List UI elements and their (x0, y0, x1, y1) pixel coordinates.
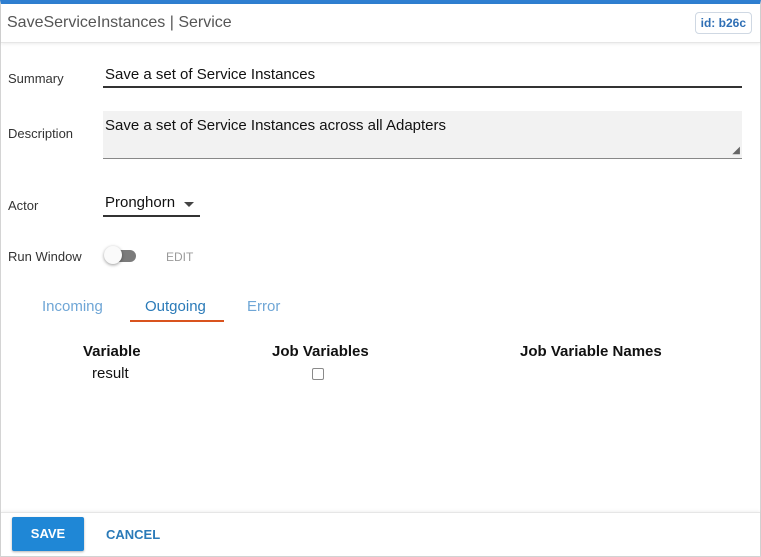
run-window-label: Run Window (8, 249, 82, 264)
tab-error[interactable]: Error (247, 298, 280, 315)
tab-incoming[interactable]: Incoming (42, 298, 103, 315)
actor-label: Actor (8, 198, 39, 213)
description-text: Save a set of Service Instances across a… (105, 117, 447, 134)
column-header-job-variable-names: Job Variable Names (520, 343, 662, 360)
description-textarea[interactable]: Save a set of Service Instances across a… (103, 111, 742, 159)
dialog-footer: SAVE CANCEL (1, 512, 760, 556)
active-tab-indicator (130, 320, 224, 322)
save-button[interactable]: SAVE (12, 517, 84, 551)
cancel-button[interactable]: CANCEL (106, 527, 160, 542)
edit-run-window-button[interactable]: EDIT (166, 250, 193, 264)
id-badge: id: b26c (694, 12, 752, 34)
dialog-title: SaveServiceInstances | Service (7, 14, 232, 31)
tab-outgoing[interactable]: Outgoing (145, 298, 206, 315)
column-header-job-variables: Job Variables (272, 343, 369, 360)
resize-grip-icon[interactable]: ◢ (732, 146, 740, 156)
variable-cell: result (92, 365, 129, 382)
dropdown-caret-icon (184, 202, 194, 207)
actor-select[interactable]: Pronghorn (103, 191, 200, 217)
description-label: Description (8, 126, 74, 141)
summary-label: Summary (8, 71, 64, 86)
service-dialog: SaveServiceInstances | Service id: b26c … (0, 0, 761, 557)
summary-input[interactable]: Save a set of Service Instances (103, 64, 742, 88)
column-header-variable: Variable (83, 343, 141, 360)
dialog-header: SaveServiceInstances | Service id: b26c (1, 4, 760, 43)
job-variable-checkbox[interactable] (312, 368, 324, 380)
run-window-toggle[interactable] (104, 246, 136, 264)
toggle-knob (104, 246, 122, 264)
actor-value: Pronghorn (105, 194, 176, 211)
